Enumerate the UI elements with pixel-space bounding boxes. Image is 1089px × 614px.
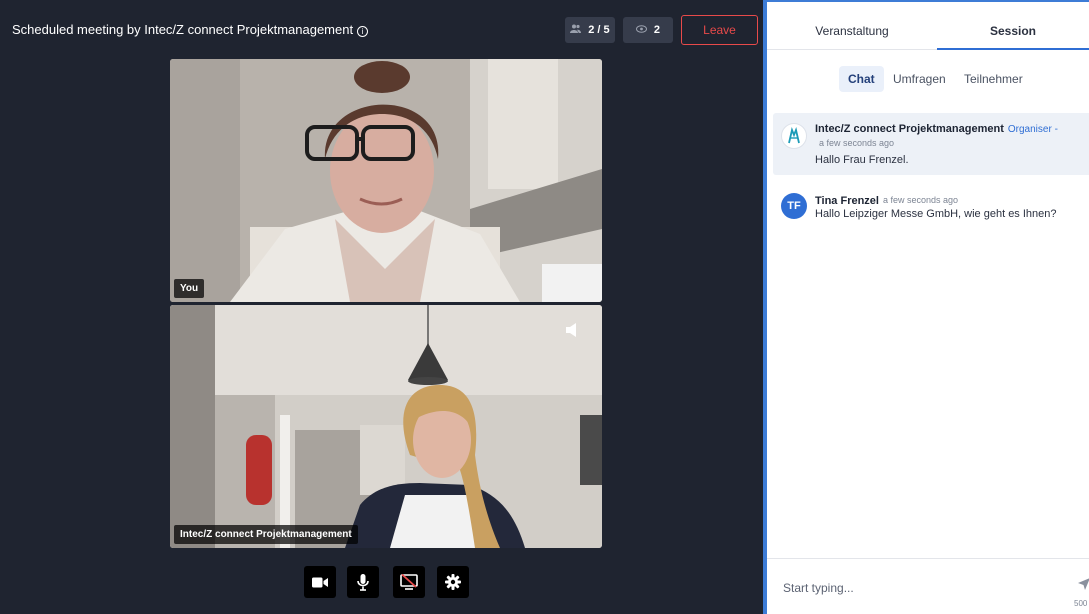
meeting-title: Scheduled meeting by Intec/Z connect Pro… [12,22,369,37]
participants-count[interactable]: 2 / 5 [565,17,615,43]
leave-button[interactable]: Leave [681,15,758,45]
speaker-icon[interactable] [566,323,578,342]
tile-label-organiser: Intec/Z connect Projektmanagement [174,525,358,544]
video-tile-self[interactable]: You [170,59,602,302]
chat-composer: 500 [767,558,1089,614]
settings-button[interactable] [437,566,469,598]
subtab-chat[interactable]: Chat [839,66,884,92]
tile-label-self: You [174,279,205,298]
screen-share-button[interactable] [393,566,425,598]
organiser-avatar [781,123,807,149]
eye-icon [636,25,650,36]
subtab-teilnehmer[interactable]: Teilnehmer [955,66,1032,92]
message-time: a few seconds ago [883,195,959,205]
session-subtabs: Chat Umfragen Teilnehmer [767,66,1089,92]
video-feed-organiser [170,305,602,548]
meeting-title-text: Scheduled meeting by Intec/Z connect Pro… [12,22,354,37]
camera-button[interactable] [304,566,336,598]
message-author-name: Intec/Z connect Projektmanagement [815,123,1004,135]
user-avatar: TF [781,193,807,219]
camera-icon [312,577,328,587]
screen-share-off-icon [400,574,418,590]
participants-value: 2 / 5 [588,24,610,36]
microphone-button[interactable] [347,566,379,598]
video-feed-self [170,59,602,302]
tab-veranstaltung[interactable]: Veranstaltung [767,2,937,50]
session-sidebar: Veranstaltung Session Chat Umfragen Teil… [763,0,1089,614]
tab-session[interactable]: Session [937,2,1089,50]
video-tile-organiser[interactable]: Intec/Z connect Projektmanagement [170,305,602,548]
organiser-logo-icon [788,126,800,144]
subtab-umfragen[interactable]: Umfragen [884,66,955,92]
send-icon[interactable] [1078,577,1089,595]
message-author: Intec/Z connect Projektmanagement Organis… [815,123,1058,135]
message-text: Hallo Frau Frenzel. [815,154,909,166]
chat-message: Intec/Z connect Projektmanagement Organis… [773,113,1089,175]
message-author-name: Tina Frenzel [815,195,879,207]
character-counter: 500 [1074,599,1088,608]
info-icon[interactable]: i [357,26,369,37]
settings-icon [445,574,461,590]
people-icon [570,24,584,36]
chat-input[interactable] [783,573,1063,603]
chat-message: TF Tina Frenzel a few seconds ago Hallo … [773,185,1089,235]
organiser-badge: Organiser - [1007,124,1058,135]
microphone-icon [357,573,369,591]
viewers-value: 2 [653,24,660,36]
message-text: Hallo Leipziger Messe GmbH, wie geht es … [815,208,1057,220]
meeting-topbar: Scheduled meeting by Intec/Z connect Pro… [0,10,763,50]
meeting-panel: Scheduled meeting by Intec/Z connect Pro… [0,0,763,614]
app-window: Scheduled meeting by Intec/Z connect Pro… [0,0,1089,614]
viewers-count[interactable]: 2 [623,17,673,43]
sidebar-tabs: Veranstaltung Session [767,2,1089,50]
message-time: a few seconds ago [819,138,895,148]
